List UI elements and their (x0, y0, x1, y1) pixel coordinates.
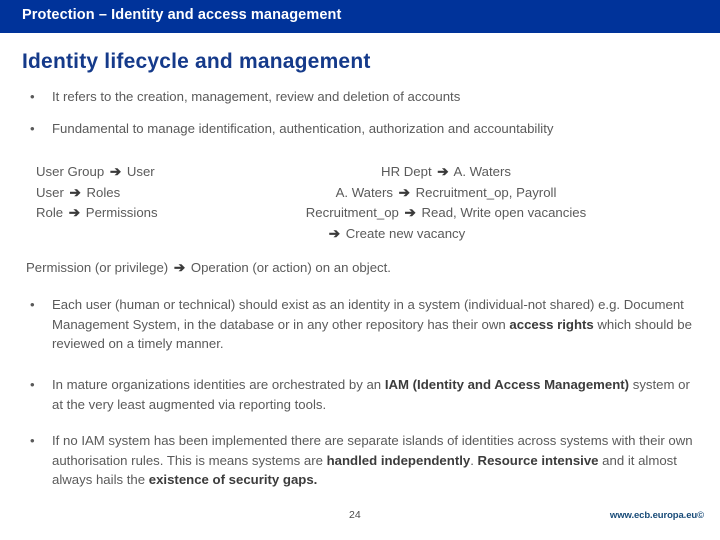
mapping-example-1: HR Dept ➔ A. Waters (236, 162, 656, 183)
footer-url-text: www.ecb.europa.eu (609, 510, 698, 521)
list-item: • If no IAM system has been implemented … (30, 431, 702, 490)
list-item: • Fundamental to manage identification, … (30, 119, 695, 139)
emphasis-text: IAM (Identity and Access Management) (384, 377, 630, 392)
mapping-target: Roles (86, 184, 121, 200)
list-item-text: Each user (human or technical) should ex… (52, 295, 695, 354)
bullet-marker-icon: • (30, 121, 35, 136)
mapping-row: User ➔ Roles A. Waters ➔ Recruitment_op,… (36, 183, 656, 204)
mapping-example-4: ➔ Create new vacancy (236, 224, 656, 245)
mapping-example-3: Recruitment_op ➔ Read, Write open vacanc… (236, 203, 656, 224)
arrow-right-icon: ➔ (398, 184, 410, 200)
page-title: Identity lifecycle and management (22, 50, 371, 73)
emphasis-text: existence of security gaps. (148, 472, 318, 487)
arrow-right-icon: ➔ (437, 164, 449, 179)
bullet-marker-icon: • (30, 377, 35, 392)
list-item: • It refers to the creation, management,… (30, 87, 690, 107)
list-item-text: It refers to the creation, management, r… (52, 89, 461, 104)
arrow-right-icon: ➔ (173, 260, 186, 275)
emphasis-text: Resource intensive (477, 452, 599, 468)
bullet-marker-icon: • (30, 433, 35, 448)
mapping-source: Recruitment_op (305, 205, 399, 220)
mapping-target: Create new vacancy (345, 225, 466, 241)
mapping-target: A. Waters (453, 164, 511, 179)
permission-definition-line: Permission (or privilege) ➔ Operation (o… (26, 258, 391, 277)
list-item-text: In mature organizations identities are o… (52, 375, 695, 414)
mapping-example-2: A. Waters ➔ Recruitment_op, Payroll (236, 183, 656, 204)
arrow-right-icon: ➔ (328, 225, 341, 241)
mapping-generic-3: Role ➔ Permissions (36, 203, 236, 224)
mapping-row: User Group ➔ User HR Dept ➔ A. Waters (36, 162, 656, 183)
arrow-right-icon: ➔ (69, 184, 81, 200)
emphasis-text: access rights (509, 316, 594, 332)
list-item: • Each user (human or technical) should … (30, 295, 695, 354)
mapping-source: A. Waters (335, 184, 393, 200)
bullet-marker-icon: • (30, 89, 35, 104)
bullet-marker-icon: • (30, 297, 35, 312)
arrow-right-icon: ➔ (109, 164, 122, 179)
mapping-source: HR Dept (381, 164, 432, 179)
plain-text: In mature organizations identities are o… (52, 377, 385, 392)
arrow-right-icon: ➔ (404, 205, 416, 220)
list-item-text: Fundamental to manage identification, au… (52, 121, 554, 136)
copyright-icon: © (697, 510, 704, 521)
list-item-text: If no IAM system has been implemented th… (52, 431, 702, 490)
permission-left-term: Permission (or privilege) (26, 260, 169, 275)
identity-mapping-diagram: User Group ➔ User HR Dept ➔ A. Waters Us… (36, 162, 656, 244)
mapping-source: User Group (36, 164, 105, 179)
mapping-target: Read, Write open vacancies (421, 205, 587, 220)
header-title: Protection – Identity and access managem… (22, 7, 342, 23)
mapping-target: User (126, 164, 155, 179)
permission-right-term: Operation (or action) on an object. (190, 260, 391, 275)
mapping-row: ➔ Create new vacancy (36, 224, 656, 245)
mapping-target: Recruitment_op, Payroll (415, 184, 557, 200)
mapping-source: User (36, 184, 64, 200)
mapping-generic-1: User Group ➔ User (36, 162, 236, 183)
page-number: 24 (349, 509, 361, 521)
arrow-right-icon: ➔ (68, 205, 81, 220)
plain-text: . (470, 452, 478, 468)
mapping-source: Role (36, 205, 64, 220)
mapping-generic-2: User ➔ Roles (36, 183, 236, 204)
mapping-target: Permissions (85, 205, 158, 220)
mapping-row: Role ➔ Permissions Recruitment_op ➔ Read… (36, 203, 656, 224)
footer-url[interactable]: www.ecb.europa.eu© (610, 510, 704, 521)
list-item: • In mature organizations identities are… (30, 375, 695, 414)
emphasis-text: handled independently (326, 452, 471, 468)
header-band: Protection – Identity and access managem… (0, 0, 720, 33)
